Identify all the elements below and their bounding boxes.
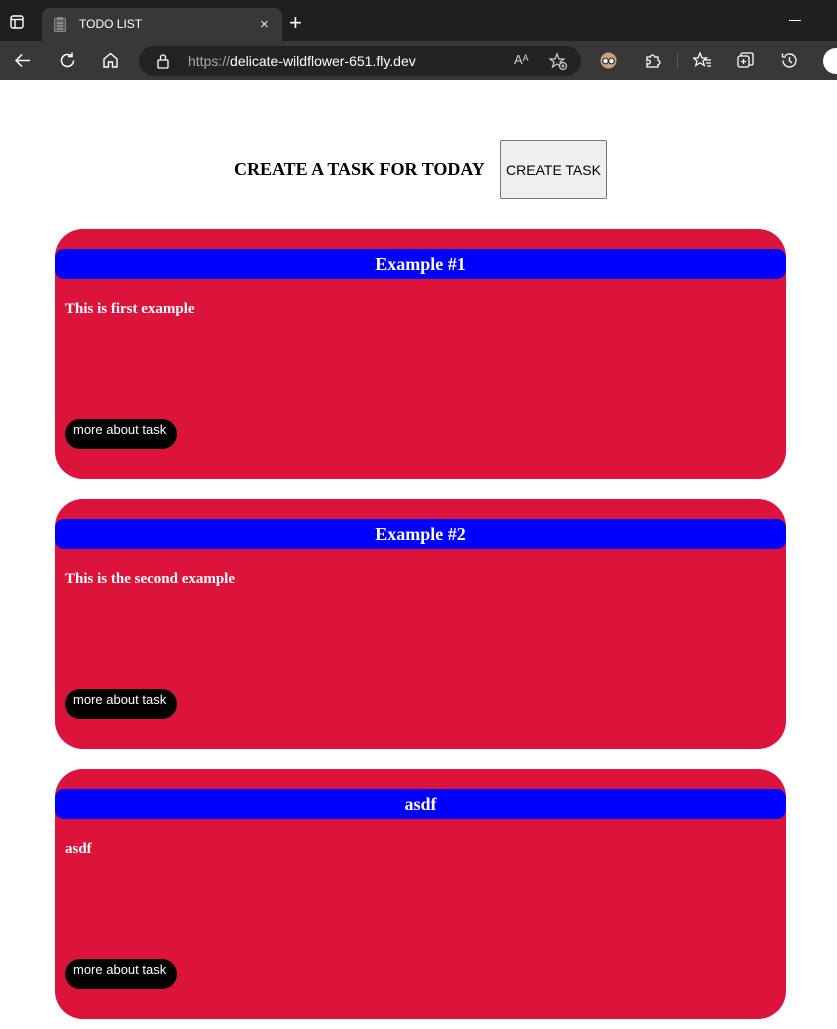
extensions-puzzle-icon[interactable] (643, 51, 662, 70)
url-scheme: https:// (188, 53, 231, 69)
browser-toolbar: https://delicate-wildflower-651.fly.dev … (0, 41, 837, 80)
task-title: asdf (55, 789, 786, 819)
collections-icon[interactable] (736, 51, 755, 70)
more-about-task-button[interactable]: more about task (65, 419, 177, 449)
toolbar-separator (677, 53, 678, 69)
more-about-task-button[interactable]: more about task (65, 689, 177, 719)
task-description: This is first example (65, 301, 195, 317)
favorites-icon[interactable] (693, 51, 712, 70)
task-card: asdf asdf more about task (55, 769, 786, 1019)
clipboard-favicon-icon (54, 17, 66, 32)
tab-title: TODO LIST (79, 17, 143, 31)
browser-tab[interactable]: TODO LIST × (42, 8, 282, 41)
add-favorite-icon[interactable] (549, 52, 568, 71)
refresh-icon[interactable] (58, 51, 77, 70)
task-description: asdf (65, 841, 92, 857)
page-content: CREATE A TASK FOR TODAY CREATE TASK Exam… (0, 80, 837, 1029)
home-icon[interactable] (101, 51, 120, 70)
new-tab-icon[interactable]: + (289, 12, 302, 34)
read-aloud-icon[interactable]: Aᴬ (514, 52, 529, 67)
extension-glasses-icon[interactable] (599, 51, 618, 70)
url-host: delicate-wildflower-651.fly.dev (230, 53, 416, 69)
task-card: Example #2 This is the second example mo… (55, 499, 786, 749)
history-icon[interactable] (780, 51, 799, 70)
task-description: This is the second example (65, 571, 236, 587)
browser-titlebar: TODO LIST × + (0, 0, 837, 41)
url-text[interactable]: https://delicate-wildflower-651.fly.dev (188, 53, 416, 69)
tab-close-icon[interactable]: × (260, 17, 269, 32)
create-task-button[interactable]: CREATE TASK (500, 140, 607, 199)
back-icon[interactable] (13, 51, 32, 70)
task-card: Example #1 This is first example more ab… (55, 229, 786, 479)
tab-actions-icon[interactable] (10, 15, 24, 29)
task-title: Example #1 (55, 249, 786, 279)
minimize-icon[interactable] (789, 20, 801, 21)
more-about-task-button[interactable]: more about task (65, 959, 177, 989)
lock-icon[interactable] (156, 53, 170, 69)
address-bar[interactable]: https://delicate-wildflower-651.fly.dev … (139, 46, 581, 76)
task-title: Example #2 (55, 519, 786, 549)
page-title: CREATE A TASK FOR TODAY (234, 159, 485, 179)
